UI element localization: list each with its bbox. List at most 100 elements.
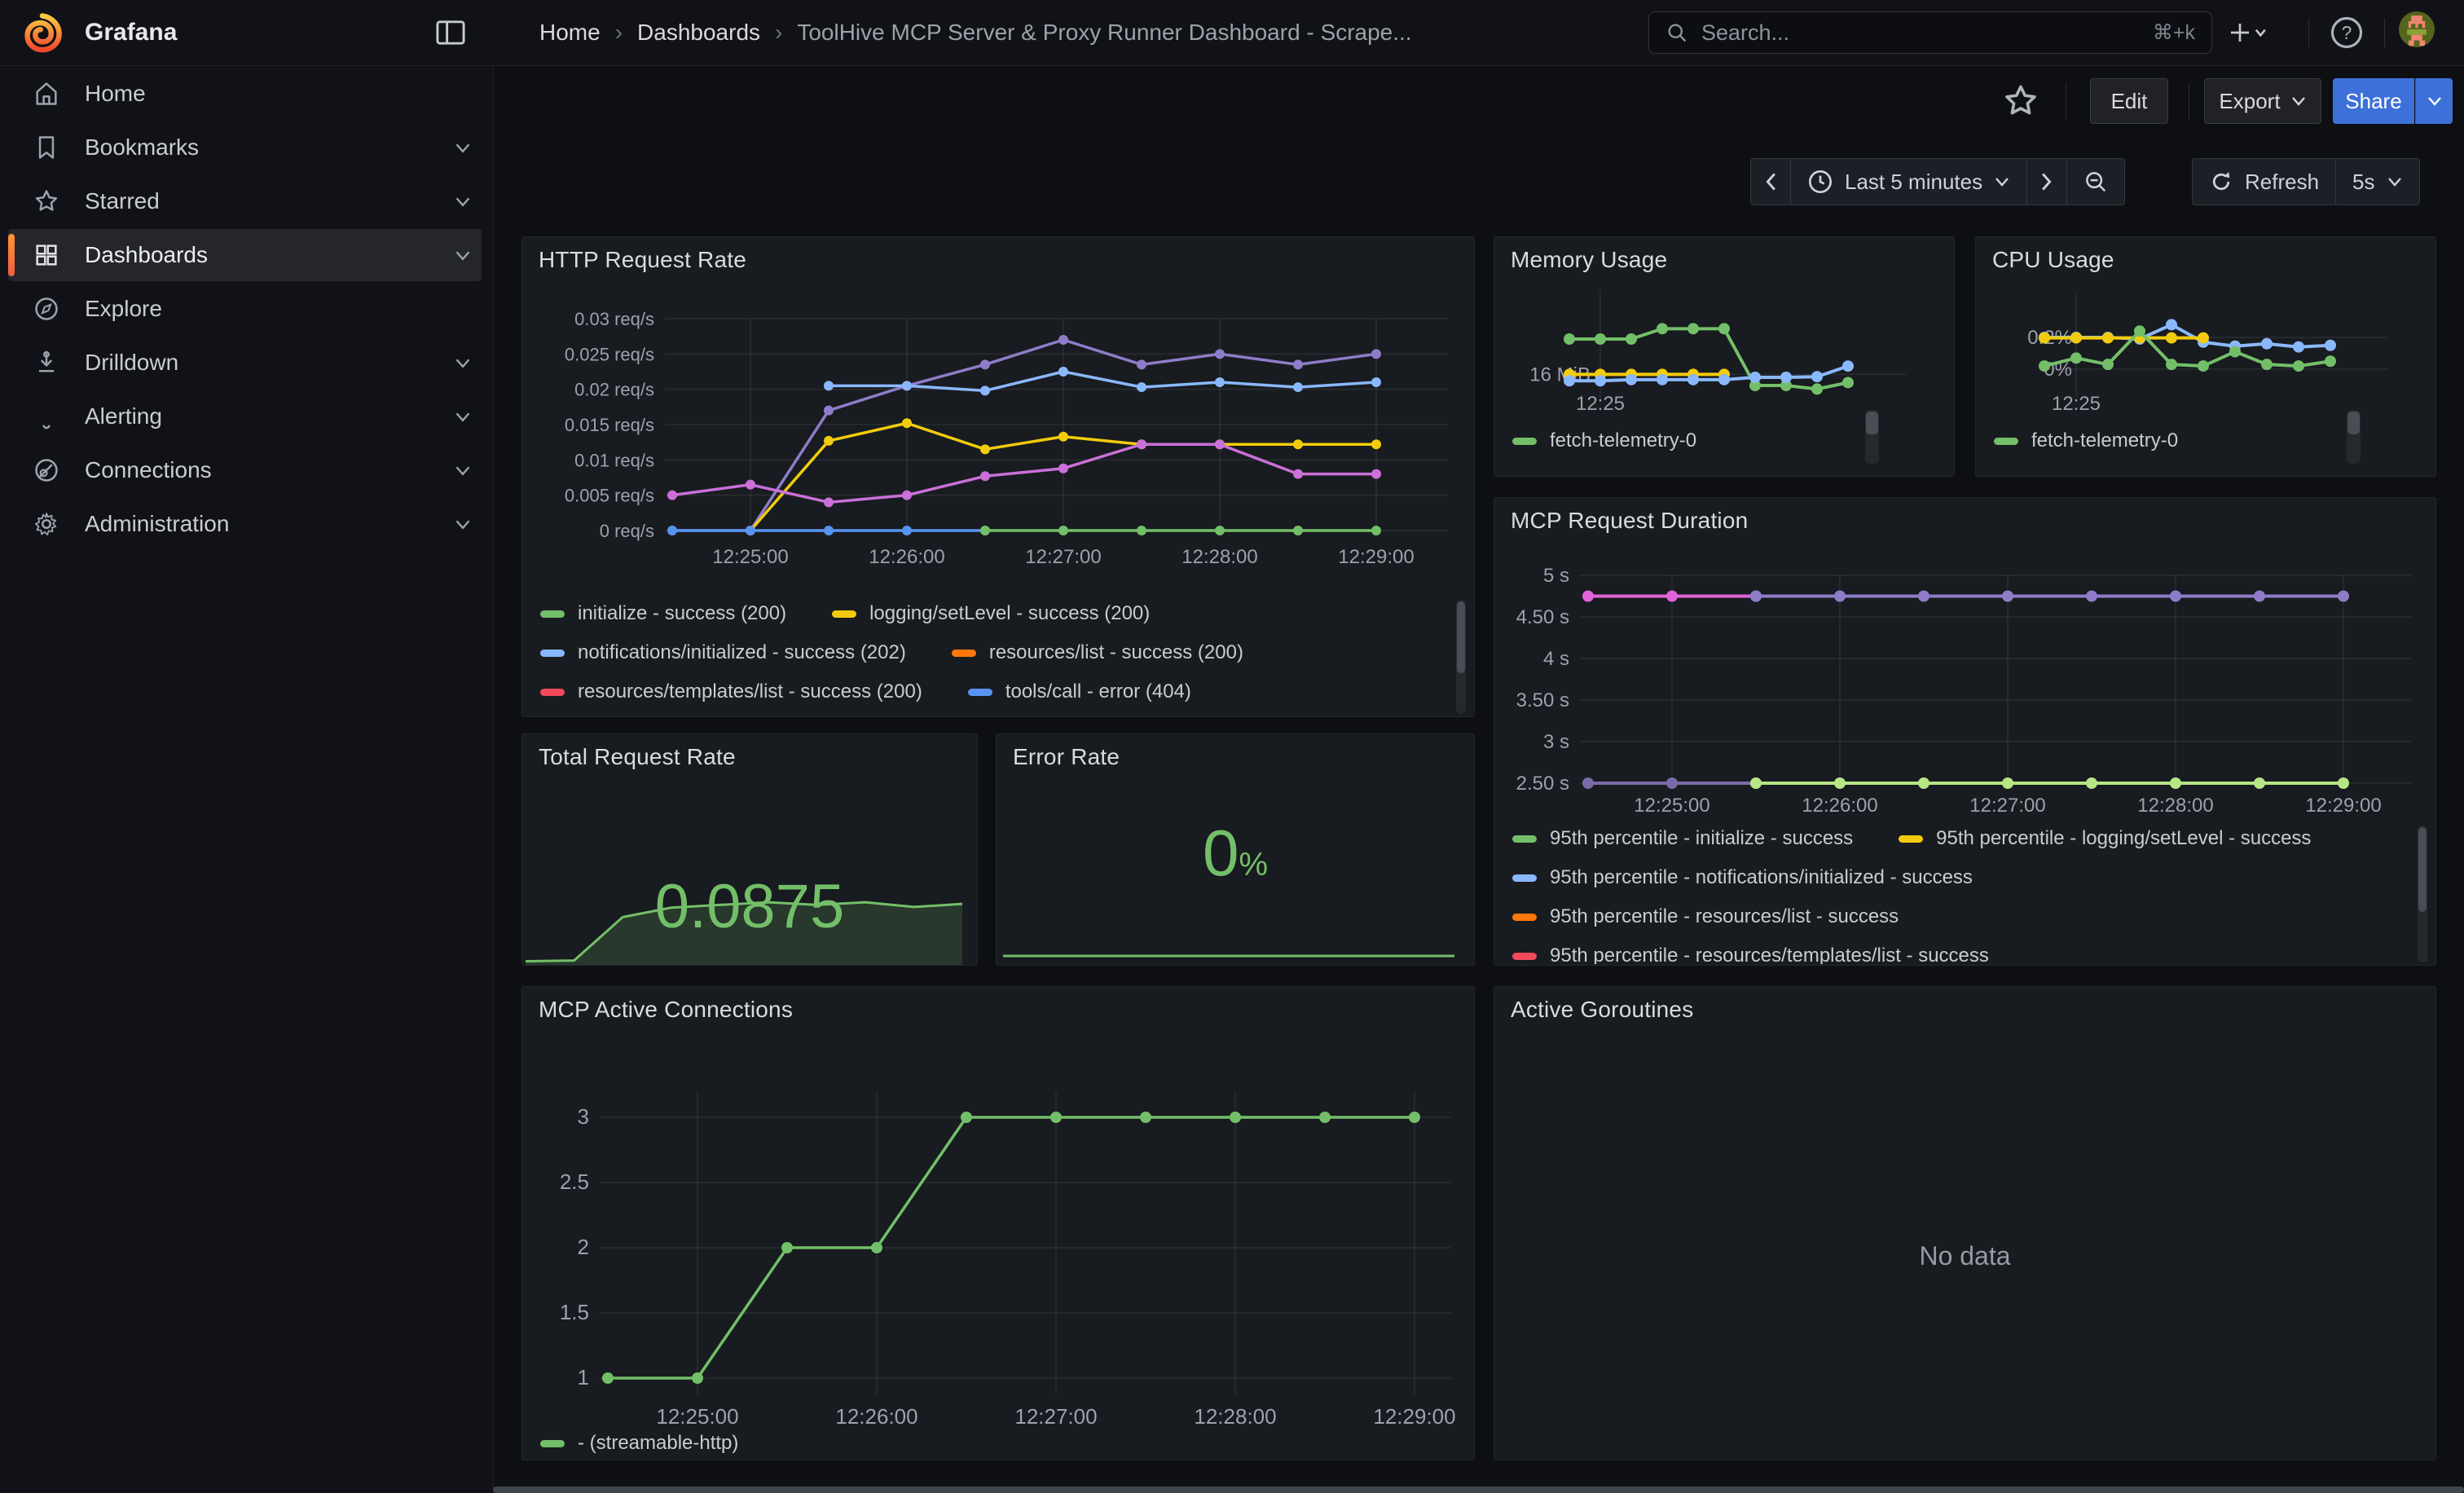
brand-label: Grafana <box>85 19 177 46</box>
svg-text:12:27:00: 12:27:00 <box>1014 1404 1097 1429</box>
legend-label: notifications/initialized - success (202… <box>578 641 906 664</box>
sidebar-item-explore[interactable]: Explore <box>8 283 482 335</box>
panel-title[interactable]: Total Request Rate <box>539 744 736 770</box>
sidebar-item-label: Home <box>85 81 482 107</box>
stat-value: 0.0875 <box>522 871 977 942</box>
share-dropdown-button[interactable] <box>2415 78 2453 124</box>
breadcrumb: Home › Dashboards › ToolHive MCP Server … <box>539 20 1412 46</box>
legend-label: initialize - success (200) <box>578 602 786 625</box>
svg-text:1.5: 1.5 <box>560 1300 589 1324</box>
breadcrumb-separator: › <box>615 20 623 46</box>
legend-scrollbar[interactable] <box>1865 410 1879 464</box>
time-range-picker[interactable]: Last 5 minutes <box>1791 159 2027 205</box>
legend-item[interactable]: tools/call - error (404) <box>968 680 1191 703</box>
legend-item[interactable]: 95th percentile - resources/list - succe… <box>1512 905 1899 928</box>
chart-legend: 95th percentile - initialize - success 95… <box>1512 827 2402 964</box>
memory-usage-chart[interactable]: 16 MiB12:25 <box>1494 237 1954 429</box>
sidebar-item-label: Explore <box>85 296 482 322</box>
help-icon[interactable]: ? <box>2329 15 2365 51</box>
legend-scrollbar[interactable] <box>2347 410 2361 464</box>
legend-color-dash <box>540 689 565 696</box>
legend-item[interactable]: initialize - success (200) <box>540 602 786 625</box>
legend-label: 95th percentile - notifications/initiali… <box>1550 866 1973 889</box>
legend-item[interactable]: resources/templates/list - success (200) <box>540 680 922 703</box>
horizontal-scrollbar[interactable] <box>493 1486 2464 1493</box>
app-header: Grafana Home › Dashboards › ToolHive MCP… <box>0 0 2464 66</box>
active-indicator <box>8 288 15 330</box>
time-shift-forward-button[interactable] <box>2027 159 2067 205</box>
svg-text:12:25: 12:25 <box>1576 393 1625 415</box>
active-indicator <box>8 503 15 545</box>
legend-scrollbar[interactable] <box>1456 600 1466 714</box>
zoom-out-icon <box>2083 170 2108 194</box>
legend-color-dash <box>540 650 565 657</box>
legend-item[interactable]: logging/setLevel - success (200) <box>832 602 1150 625</box>
legend-color-dash <box>540 1440 565 1447</box>
favorite-star-icon[interactable] <box>2001 81 2040 121</box>
legend-label: 95th percentile - initialize - success <box>1550 827 1853 850</box>
legend-item[interactable]: notifications/initialized - success (202… <box>540 641 906 664</box>
mcp-active-connections-chart[interactable]: 32.521.5112:25:0012:26:0012:27:0012:28:0… <box>522 987 1474 1433</box>
svg-text:12:29:00: 12:29:00 <box>1338 546 1414 568</box>
sidebar-item-starred[interactable]: Starred <box>8 175 482 227</box>
panel-mcp-request-duration: MCP Request Duration 5 s4.50 s4 s3.50 s3… <box>1494 497 2436 966</box>
stat-value: 0% <box>997 816 1474 891</box>
legend-item[interactable]: 95th percentile - logging/setLevel - suc… <box>1899 827 2311 850</box>
sidebar-toggle-icon[interactable] <box>435 18 466 47</box>
legend-label: 95th percentile - logging/setLevel - suc… <box>1936 827 2311 850</box>
legend-item[interactable]: - (streamable-http) <box>540 1432 738 1455</box>
add-button[interactable] <box>2231 15 2267 51</box>
legend-item[interactable]: 95th percentile - resources/templates/li… <box>1512 945 1989 964</box>
svg-text:0.02 req/s: 0.02 req/s <box>574 380 654 400</box>
refresh-interval-dropdown[interactable]: 5s <box>2336 159 2418 205</box>
legend-label: fetch-telemetry-0 <box>2031 429 2178 452</box>
legend-scrollbar[interactable] <box>2418 826 2427 962</box>
active-indicator <box>8 234 15 276</box>
legend-color-dash <box>968 689 992 696</box>
active-indicator <box>8 73 15 115</box>
sidebar-item-alerting[interactable]: Alerting <box>8 390 482 443</box>
sidebar-item-dashboards[interactable]: Dashboards <box>8 229 482 281</box>
legend-item[interactable]: resources/list - success (200) <box>952 641 1243 664</box>
export-button[interactable]: Export <box>2204 78 2321 124</box>
sidebar-item-home[interactable]: Home <box>8 68 482 120</box>
legend-item[interactable]: 95th percentile - notifications/initiali… <box>1512 866 1973 889</box>
legend-item[interactable]: fetch-telemetry-0 <box>1994 429 2178 452</box>
legend-label: resources/templates/list - success (200) <box>578 680 922 703</box>
active-indicator <box>8 449 15 491</box>
breadcrumb-dashboards[interactable]: Dashboards <box>637 20 760 46</box>
legend-item[interactable]: 95th percentile - initialize - success <box>1512 827 1853 850</box>
chevron-down-icon <box>454 196 472 208</box>
http-request-rate-chart[interactable]: 0 req/s0.005 req/s0.01 req/s0.015 req/s0… <box>522 237 1474 600</box>
legend-color-dash <box>1512 953 1537 960</box>
sidebar-item-connections[interactable]: Connections <box>8 444 482 496</box>
legend-color-dash <box>832 610 856 618</box>
search-input[interactable]: Search... ⌘+k <box>1648 11 2212 54</box>
sidebar-item-label: Administration <box>85 511 429 537</box>
cpu-usage-chart[interactable]: 0.2%0%12:25 <box>1976 237 2435 429</box>
sidebar-item-administration[interactable]: Administration <box>8 498 482 550</box>
svg-text:5 s: 5 s <box>1543 565 1569 587</box>
time-shift-back-button[interactable] <box>1751 159 1791 205</box>
bookmark-icon <box>33 134 60 161</box>
avatar[interactable] <box>2399 11 2435 47</box>
panel-mcp-active-connections: MCP Active Connections 32.521.5112:25:00… <box>521 986 1475 1460</box>
share-button[interactable]: Share <box>2333 78 2414 124</box>
panel-title[interactable]: Error Rate <box>1013 744 1120 770</box>
legend-item[interactable]: fetch-telemetry-0 <box>1512 429 1696 452</box>
refresh-icon <box>2209 170 2233 194</box>
chevron-down-icon <box>2387 176 2403 187</box>
sidebar-item-drilldown[interactable]: Drilldown <box>8 337 482 389</box>
svg-text:?: ? <box>2342 22 2352 43</box>
zoom-out-button[interactable] <box>2067 159 2124 205</box>
refresh-button[interactable]: Refresh <box>2193 159 2336 205</box>
svg-text:12:28:00: 12:28:00 <box>1194 1404 1276 1429</box>
edit-button[interactable]: Edit <box>2090 78 2168 124</box>
mcp-request-duration-chart[interactable]: 5 s4.50 s4 s3.50 s3 s2.50 s12:25:0012:26… <box>1494 498 2435 824</box>
panel-title[interactable]: Active Goroutines <box>1511 997 1693 1023</box>
panel-memory-usage: Memory Usage 16 MiB12:25 fetch-telemetry… <box>1494 236 1955 477</box>
export-label: Export <box>2219 89 2280 114</box>
sidebar-item-bookmarks[interactable]: Bookmarks <box>8 121 482 174</box>
breadcrumb-home[interactable]: Home <box>539 20 601 46</box>
breadcrumb-current: ToolHive MCP Server & Proxy Runner Dashb… <box>797 20 1411 46</box>
